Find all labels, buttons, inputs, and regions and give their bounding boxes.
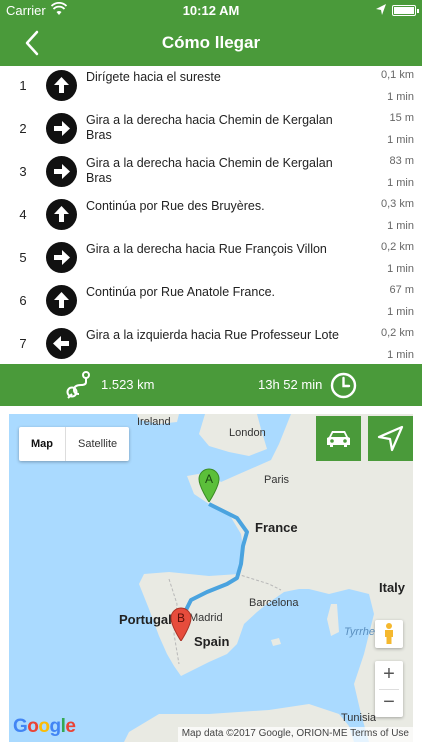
total-duration: 13h 52 min [258, 377, 323, 392]
step-number: 6 [19, 293, 27, 308]
map-label-tyrrhenian: Tyrrhe [344, 626, 375, 638]
arrow-up-icon [46, 285, 77, 316]
step-duration: 1 min [387, 134, 414, 146]
step-number: 1 [19, 78, 27, 93]
marker-a-letter: A [205, 472, 213, 486]
step-number: 5 [19, 250, 27, 265]
navigate-button[interactable] [368, 416, 413, 461]
zoom-out-button[interactable]: − [375, 689, 403, 717]
step-distance: 15 m [389, 112, 414, 124]
step-instruction: Gira a la derecha hacia Chemin de Kergal… [86, 156, 333, 185]
map-attribution[interactable]: Map data ©2017 Google, ORION-ME Terms of… [177, 727, 413, 742]
step-distance: 0,2 km [380, 327, 414, 339]
map-label-madrid: Madrid [189, 612, 223, 624]
directions-list: 1 Dirígete hacia el sureste 0,1 km 1 min… [0, 66, 422, 364]
step-distance: 83 m [389, 155, 414, 167]
step-number: 4 [19, 207, 27, 222]
car-mode-button[interactable] [316, 416, 361, 461]
direction-step[interactable]: 3 Gira a la derecha hacia Chemin de Kerg… [0, 152, 422, 195]
direction-step[interactable]: 5 Gira a la derecha hacia Rue François V… [0, 238, 422, 281]
map-label-barcelona: Barcelona [249, 597, 299, 609]
step-instruction: Gira a la izquierda hacia Rue Professeur… [86, 328, 339, 342]
status-bar: Carrier 10:12 AM [0, 0, 422, 20]
map-label-ireland: Ireland [137, 416, 171, 428]
page-title: Cómo llegar [161, 33, 261, 52]
arrow-right-icon [46, 242, 77, 273]
car-icon [327, 431, 350, 447]
marker-b-icon[interactable]: B [170, 607, 192, 641]
step-distance: 0,3 km [380, 198, 414, 210]
location-arrow-icon [376, 4, 386, 15]
map-label-italy: Italy [379, 580, 406, 595]
clock-icon [330, 372, 357, 399]
step-number: 3 [19, 164, 27, 179]
step-instruction: Gira a la derecha hacia Chemin de Kergal… [86, 113, 333, 142]
step-distance: 0,1 km [380, 69, 414, 81]
map-label-france: France [255, 520, 298, 535]
step-distance: 0,2 km [380, 241, 414, 253]
arrow-right-icon [46, 156, 77, 187]
arrow-right-icon [46, 113, 77, 144]
map-label-tunisia: Tunisia [341, 712, 377, 724]
step-instruction: Continúa por Rue Anatole France. [86, 285, 276, 299]
map-label-portugal: Portugal [119, 612, 172, 627]
marker-a-icon[interactable]: A [198, 468, 220, 502]
step-duration: 1 min [387, 220, 414, 232]
map-type-toggle: Map Satellite [19, 427, 130, 461]
map-type-map-button[interactable]: Map [19, 427, 65, 461]
direction-step[interactable]: 6 Continúa por Rue Anatole France. 67 m … [0, 281, 422, 324]
zoom-controls: + − [375, 661, 403, 717]
direction-step[interactable]: 1 Dirígete hacia el sureste 0,1 km 1 min [0, 66, 422, 109]
zoom-in-button[interactable]: + [375, 661, 403, 689]
navigation-bar: Cómo llegar [0, 20, 422, 66]
route-summary-bar: 1.523 km 13h 52 min [0, 364, 422, 406]
pegman-icon [385, 623, 393, 644]
street-view-pegman-button[interactable] [375, 620, 403, 648]
step-duration: 1 min [387, 349, 414, 361]
total-distance: 1.523 km [101, 377, 155, 392]
step-number: 2 [19, 121, 27, 136]
map-type-satellite-button[interactable]: Satellite [66, 427, 129, 461]
step-instruction: Dirígete hacia el sureste [86, 70, 221, 84]
step-distance: 67 m [389, 284, 414, 296]
direction-step[interactable]: 2 Gira a la derecha hacia Chemin de Kerg… [0, 109, 422, 152]
arrow-left-icon [46, 328, 77, 359]
battery-icon [392, 5, 419, 16]
step-instruction: Gira a la derecha hacia Rue François Vil… [86, 242, 327, 256]
map-label-london: London [229, 427, 266, 439]
step-duration: 1 min [387, 263, 414, 275]
map-label-paris: Paris [264, 474, 290, 486]
route-map[interactable]: Ireland London Paris France Italy Madrid… [9, 414, 413, 742]
step-duration: 1 min [387, 306, 414, 318]
navigation-arrow-icon [377, 425, 404, 452]
arrow-up-icon [46, 70, 77, 101]
map-land [124, 414, 413, 742]
google-logo: Google [13, 716, 76, 737]
route-icon [66, 371, 90, 399]
direction-step[interactable]: 7 Gira a la izquierda hacia Rue Professe… [0, 324, 422, 367]
direction-step[interactable]: 4 Continúa por Rue des Bruyères. 0,3 km … [0, 195, 422, 238]
step-number: 7 [19, 336, 27, 351]
step-duration: 1 min [387, 91, 414, 103]
step-duration: 1 min [387, 177, 414, 189]
map-label-spain: Spain [194, 634, 230, 649]
marker-b-letter: B [177, 611, 185, 625]
clock-time: 10:12 AM [182, 3, 240, 18]
arrow-up-icon [46, 199, 77, 230]
step-instruction: Continúa por Rue des Bruyères. [86, 199, 265, 213]
